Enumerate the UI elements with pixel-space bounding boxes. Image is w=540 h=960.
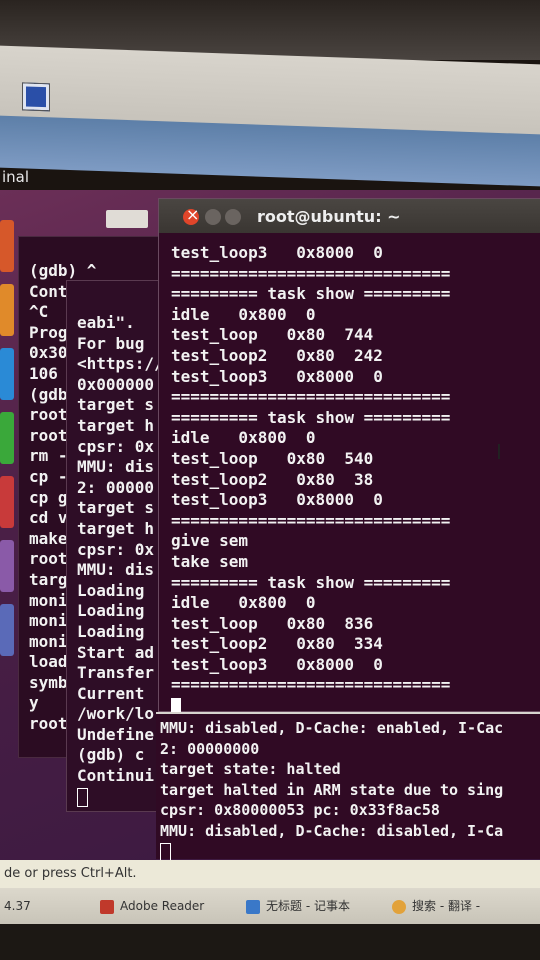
terminal-line: idle 0x800 0 bbox=[171, 593, 316, 613]
text-cursor-icon: I bbox=[496, 440, 502, 464]
terminal-line: test_loop2 0x80 334 bbox=[171, 634, 383, 654]
terminal-line: For bug bbox=[77, 333, 145, 353]
minimize-icon[interactable] bbox=[205, 209, 221, 225]
terminal-line: 0x000000 bbox=[77, 374, 155, 394]
front-terminal-window[interactable]: root@ubuntu: ~ test_loop3 0x8000 0======… bbox=[158, 198, 540, 716]
openocd-terminal-window[interactable]: MMU: disabled, D-Cache: enabled, I-Cac 2:… bbox=[156, 712, 540, 862]
terminal-line: test_loop 0x80 744 bbox=[171, 325, 374, 345]
terminal-line: give sem bbox=[171, 531, 249, 551]
front-terminal-titlebar[interactable]: root@ubuntu: ~ bbox=[159, 199, 540, 233]
launcher-app-icon[interactable] bbox=[0, 540, 14, 592]
taskbar-item-label: 无标题 - 记事本 bbox=[266, 899, 350, 913]
terminal-line: test_loop3 0x8000 0 bbox=[171, 243, 383, 262]
terminal-line: <https:// bbox=[77, 354, 164, 374]
terminal-line: (gdb) c bbox=[77, 745, 145, 765]
terminal-line: Undefine bbox=[77, 724, 155, 744]
vm-window-icon[interactable] bbox=[22, 82, 50, 112]
browser-icon bbox=[392, 899, 406, 914]
terminal-line: target h bbox=[77, 415, 155, 435]
terminal-cursor-icon bbox=[77, 787, 88, 807]
terminal-line: Loading bbox=[77, 580, 145, 600]
launcher-app-icon[interactable] bbox=[0, 412, 14, 464]
taskbar-item[interactable]: 无标题 - 记事本 bbox=[246, 894, 350, 918]
taskbar-item-label: Adobe Reader bbox=[120, 899, 205, 913]
host-terminal-title: inal bbox=[2, 168, 30, 186]
terminal-line: target s bbox=[77, 498, 155, 518]
terminal-line: /work/lo bbox=[77, 704, 155, 724]
taskbar-item[interactable]: 4.37 bbox=[4, 894, 31, 918]
host-status-hint: de or press Ctrl+Alt. bbox=[0, 860, 540, 888]
terminal-line: ============================= bbox=[171, 510, 451, 530]
host-taskbar: 4.37 Adobe Reader 无标题 - 记事本 搜索 - 翻译 - bbox=[0, 888, 540, 924]
terminal-line: test_loop3 0x8000 0 bbox=[171, 490, 383, 510]
terminal-line: idle 0x800 0 bbox=[171, 304, 316, 324]
terminal-line: test_loop 0x80 836 bbox=[171, 613, 374, 633]
terminal-line: MMU: dis bbox=[77, 560, 155, 580]
terminal-line: test_loop 0x80 540 bbox=[171, 448, 374, 468]
terminal-line: idle 0x800 0 bbox=[171, 428, 316, 448]
monitor-bezel-bottom bbox=[0, 924, 540, 960]
terminal-line: cpsr: 0x bbox=[77, 539, 155, 559]
terminal-line: Loading bbox=[77, 621, 145, 641]
close-icon[interactable] bbox=[183, 205, 199, 225]
terminal-line: Start ad bbox=[77, 642, 155, 662]
launcher-app-icon[interactable] bbox=[0, 604, 14, 656]
openocd-terminal-output: MMU: disabled, D-Cache: enabled, I-Cac 2:… bbox=[160, 718, 503, 862]
terminal-line: ========= task show ========= bbox=[171, 284, 451, 304]
taskbar-item-label: 搜索 - 翻译 - bbox=[412, 899, 481, 913]
terminal-line: Transfer bbox=[77, 663, 155, 683]
terminal-line: MMU: disabled, D-Cache: enabled, I-Cac bbox=[160, 719, 504, 737]
terminal-line: 2: 00000 bbox=[77, 477, 155, 497]
pdf-icon bbox=[100, 899, 114, 914]
terminal-line: target h bbox=[77, 518, 155, 538]
front-terminal-title: root@ubuntu: ~ bbox=[257, 207, 401, 226]
terminal-cursor-icon bbox=[160, 842, 171, 862]
maximize-icon[interactable] bbox=[225, 209, 241, 225]
terminal-line: target state: halted bbox=[160, 760, 341, 779]
launcher-app-icon[interactable] bbox=[0, 476, 14, 528]
terminal-line: ========= task show ========= bbox=[171, 407, 451, 427]
taskbar-item-label: 4.37 bbox=[4, 899, 31, 913]
terminal-line: cpsr: 0x80000053 pc: 0x33f8ac58 bbox=[160, 801, 440, 820]
terminal-line: (gdb) ^ bbox=[29, 261, 97, 280]
terminal-line: test_loop2 0x80 38 bbox=[171, 469, 374, 489]
terminal-prompt-line[interactable] bbox=[77, 787, 164, 808]
unity-launcher bbox=[0, 220, 16, 840]
terminal-line: cpsr: 0x bbox=[77, 436, 155, 456]
terminal-line: Current bbox=[77, 683, 145, 703]
terminal-line: Loading bbox=[77, 601, 145, 621]
terminal-line: 2: 00000000 bbox=[160, 739, 260, 758]
terminal-line: target s bbox=[77, 395, 155, 415]
terminal-line: ============================= bbox=[171, 263, 451, 283]
terminal-line: test_loop2 0x80 242 bbox=[171, 345, 383, 365]
launcher-app-icon[interactable] bbox=[0, 348, 14, 400]
terminal-line: MMU: dis bbox=[77, 457, 155, 477]
launcher-app-icon[interactable] bbox=[0, 284, 14, 336]
terminal-line: target halted in ARM state due to sing bbox=[160, 780, 504, 799]
front-terminal-output: test_loop3 0x8000 0 =====================… bbox=[171, 243, 450, 717]
terminal-line: eabi". bbox=[77, 313, 135, 332]
terminal-line: test_loop3 0x8000 0 bbox=[171, 366, 383, 386]
taskbar-item[interactable]: 搜索 - 翻译 - bbox=[392, 894, 480, 918]
taskbar-item[interactable]: Adobe Reader bbox=[100, 894, 204, 918]
terminal-line: ========= task show ========= bbox=[171, 572, 451, 592]
gdb-terminal-output: eabi". For bug <https://0x000000 target s ta… bbox=[77, 313, 164, 807]
terminal-line: ============================= bbox=[171, 675, 451, 695]
terminal-line: test_loop3 0x8000 0 bbox=[171, 654, 383, 674]
terminal-line: MMU: disabled, D-Cache: disabled, I-Ca bbox=[160, 821, 504, 840]
notepad-icon bbox=[246, 899, 260, 914]
background-window-tab[interactable] bbox=[106, 210, 148, 228]
terminal-line: Continui bbox=[77, 766, 155, 786]
terminal-line: take sem bbox=[171, 551, 249, 571]
terminal-line: ============================= bbox=[171, 387, 451, 407]
launcher-app-icon[interactable] bbox=[0, 220, 14, 272]
